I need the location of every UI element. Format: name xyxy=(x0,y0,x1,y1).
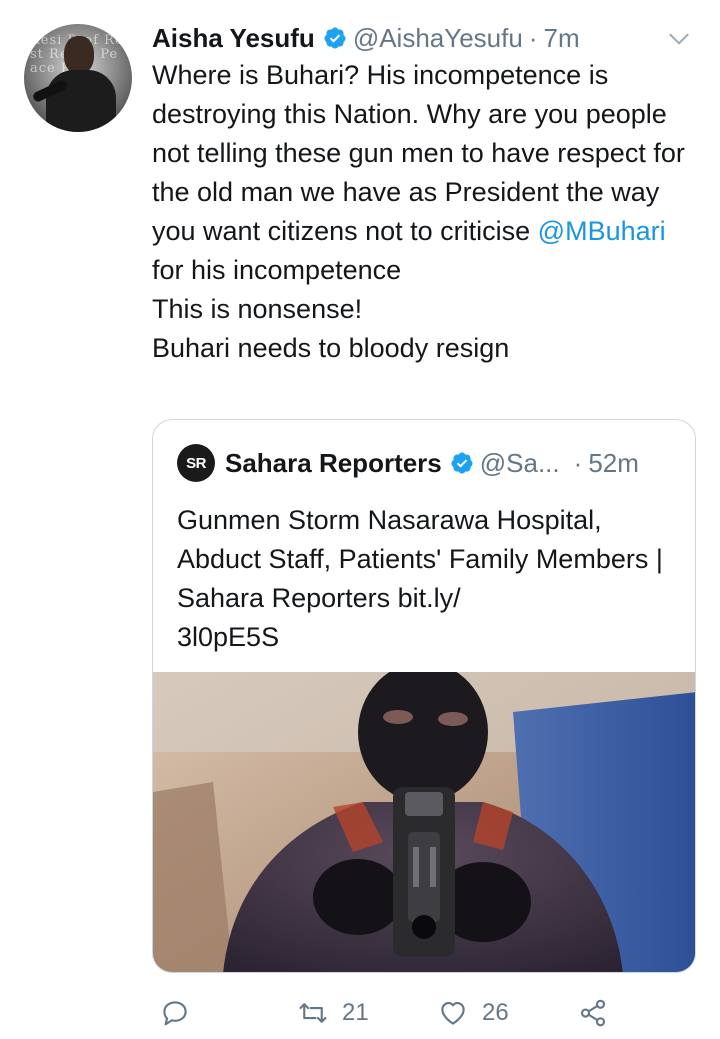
share-icon xyxy=(580,999,606,1027)
reply-button[interactable] xyxy=(160,990,190,1036)
quoted-tweet-text: Gunmen Storm Nasarawa Hospital, Abduct S… xyxy=(177,505,663,652)
retweet-count: 21 xyxy=(342,999,369,1026)
retweet-button[interactable]: 21 xyxy=(298,990,369,1036)
mention-link[interactable]: @MBuhari xyxy=(538,216,666,246)
chevron-down-icon[interactable] xyxy=(666,26,692,52)
quoted-tweet-image[interactable] xyxy=(153,672,695,972)
tweet-text: Where is Buhari? His incompetence is des… xyxy=(152,56,700,368)
tweet[interactable]: Resi Prof Rest Resist Peace Prof Aisha Y… xyxy=(0,0,720,1039)
sahara-reporters-logo: SR xyxy=(177,444,215,482)
gunman-photo xyxy=(153,672,695,972)
like-count: 26 xyxy=(482,999,509,1026)
author-handle[interactable]: @AishaYesufu xyxy=(353,23,523,54)
tweet-action-bar: 21 26 xyxy=(152,990,700,1038)
quoted-header-separator: · xyxy=(573,447,583,478)
quoted-tweet-card[interactable]: SR Sahara Reporters @Sa... · 52m Gunmen … xyxy=(152,419,696,973)
verified-badge-icon xyxy=(324,27,346,49)
retweet-icon xyxy=(299,1003,327,1023)
quoted-handle: @Sa... xyxy=(479,447,560,478)
quoted-tweet-header: SR Sahara Reporters @Sa... · 52m xyxy=(177,444,675,482)
header-separator: · xyxy=(528,22,538,53)
quoted-timestamp: 52m xyxy=(588,447,639,478)
avatar-person-head xyxy=(64,36,94,74)
author-avatar[interactable]: Resi Prof Rest Resist Peace Prof xyxy=(24,24,132,132)
tweet-header: Aisha Yesufu @AishaYesufu · 7m xyxy=(152,20,700,56)
author-display-name[interactable]: Aisha Yesufu xyxy=(152,23,315,54)
quoted-verified-badge-icon xyxy=(451,452,473,474)
avatar-person-body xyxy=(46,70,116,132)
quoted-display-name: Sahara Reporters xyxy=(225,447,442,478)
like-button[interactable]: 26 xyxy=(438,990,509,1036)
heart-icon xyxy=(441,1001,465,1025)
tweet-timestamp[interactable]: 7m xyxy=(543,23,579,54)
share-button[interactable] xyxy=(578,990,608,1036)
reply-icon xyxy=(163,1001,187,1026)
